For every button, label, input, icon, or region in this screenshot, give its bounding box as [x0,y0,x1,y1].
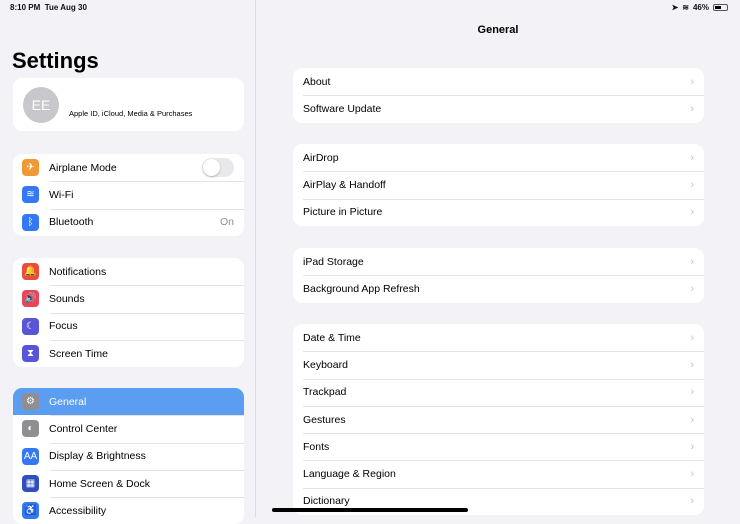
sidebar-item-label: Screen Time [49,347,108,360]
notifications-icon: 🔔 [22,263,39,281]
general-item-label: Background App Refresh [303,282,420,295]
general-item-airdrop[interactable]: AirDrop › [293,144,704,171]
sidebar-item-display-brightness[interactable]: AA Display & Brightness [13,442,244,470]
sidebar-item-label: Accessibility [49,504,107,517]
sidebar-item-home-screen-dock[interactable]: ▦ Home Screen & Dock [13,469,244,497]
sidebar-item-focus[interactable]: ☾ Focus [13,312,244,340]
general-item-software-update[interactable]: Software Update › [293,95,704,122]
control-center-icon: ◐ [22,420,39,438]
sidebar-item-bluetooth[interactable]: ᛒ Bluetooth On [13,208,244,236]
apple-id-subtitle: Apple ID, iCloud, Media & Purchases [69,109,193,118]
sidebar-item-label: Focus [49,320,78,333]
general-item-gestures[interactable]: Gestures › [293,405,704,433]
chevron-right-icon: › [690,440,694,453]
general-group: AirDrop › AirPlay & Handoff › Picture in Pic… [293,144,704,226]
sidebar: Settings EE Apple ID, iCloud, Media & Pu… [0,0,256,524]
general-item-airplay-handoff[interactable]: AirPlay & Handoff › [293,171,704,198]
general-group: Date & Time › Keyboard › Trackpad › Gestures › F… [293,324,704,516]
battery-icon [713,4,728,11]
general-item-label: Language & Region [303,468,396,481]
general-item-about[interactable]: About › [293,68,704,95]
status-time: 8:10 PM Tue Aug 30 [10,3,87,12]
general-item-ipad-storage[interactable]: iPad Storage › [293,248,704,275]
general-item-label: Gestures [303,413,346,426]
sidebar-item-label: Bluetooth [49,216,94,229]
sidebar-item-control-center[interactable]: ◐ Control Center [13,415,244,442]
chevron-right-icon: › [690,358,694,371]
sidebar-item-label: Wi-Fi [49,188,74,201]
page-title: Settings [12,48,99,73]
sidebar-item-general[interactable]: ⚙ General [13,388,244,416]
chevron-right-icon: › [690,468,694,481]
general-item-label: Date & Time [303,331,361,344]
apple-id-card[interactable]: EE Apple ID, iCloud, Media & Purchases [13,78,244,131]
general-item-label: Picture in Picture [303,206,383,219]
general-item-keyboard[interactable]: Keyboard › [293,351,704,378]
sidebar-item-notifications[interactable]: 🔔 Notifications [13,258,244,285]
general-item-picture-in-picture[interactable]: Picture in Picture › [293,198,704,226]
bluetooth-value: On [219,216,234,229]
settings-group: 🔔 Notifications 🔊 Sounds ☾ Focus ⧗ Screen Time [13,258,244,368]
chevron-right-icon: › [690,75,694,88]
general-item-label: Keyboard [303,358,348,371]
chevron-right-icon: › [690,255,694,268]
general-item-language-region[interactable]: Language & Region › [293,460,704,487]
general-item-label: About [303,75,331,88]
chevron-right-icon: › [690,282,694,295]
bluetooth-icon: ᛒ [22,213,39,231]
location-icon: ➤ [671,3,679,12]
general-item-fonts[interactable]: Fonts › [293,433,704,460]
sidebar-item-label: Control Center [49,422,118,435]
general-item-date-time[interactable]: Date & Time › [293,324,704,351]
sidebar-item-sounds[interactable]: 🔊 Sounds [13,285,244,312]
wifi-status-icon: ≋ [682,3,689,12]
general-item-label: AirDrop [303,151,339,164]
sounds-icon: 🔊 [22,290,39,308]
avatar: EE [23,87,59,123]
chevron-right-icon: › [690,331,694,344]
general-group: iPad Storage › Background App Refresh › [293,248,704,303]
chevron-right-icon: › [690,386,694,399]
sidebar-item-accessibility[interactable]: ♿ Accessibility [13,497,244,524]
chevron-right-icon: › [690,206,694,219]
sidebar-item-airplane-mode[interactable]: ✈ Airplane Mode [13,154,244,181]
sidebar-item-wi-fi[interactable]: ≋ Wi-Fi [13,181,244,208]
general-item-label: AirPlay & Handoff [303,178,386,191]
general-item-label: Fonts [303,440,330,453]
general-item-label: Software Update [303,102,382,115]
chevron-right-icon: › [690,102,694,115]
sidebar-item-label: General [49,395,87,408]
sidebar-item-label: Airplane Mode [49,161,117,174]
airplane-mode-toggle[interactable] [202,158,234,178]
pane-title: General [477,24,519,36]
sidebar-item-label: Home Screen & Dock [49,477,150,490]
sidebar-item-label: Display & Brightness [49,450,146,463]
settings-group: ✈ Airplane Mode ≋ Wi-Fi ᛒ Bluetooth On [13,154,244,236]
sidebar-item-label: Sounds [49,292,85,305]
hourglass-icon: ⧗ [22,345,39,363]
general-item-trackpad[interactable]: Trackpad › [293,378,704,406]
chevron-right-icon: › [690,413,694,426]
home-screen-icon: ▦ [22,475,39,493]
home-indicator[interactable] [272,508,468,512]
airplane-icon: ✈ [22,159,39,177]
chevron-right-icon: › [690,178,694,191]
general-item-label: Dictionary [303,495,350,508]
display-icon: AA [22,447,39,465]
chevron-right-icon: › [690,495,694,508]
sidebar-item-label: Notifications [49,265,107,278]
general-item-label: iPad Storage [303,255,364,268]
sidebar-item-screen-time[interactable]: ⧗ Screen Time [13,339,244,367]
wifi-icon: ≋ [22,186,39,204]
gear-icon: ⚙ [22,393,39,411]
chevron-right-icon: › [690,151,694,164]
general-group: About › Software Update › [293,68,704,123]
focus-icon: ☾ [22,317,39,335]
general-item-label: Trackpad [303,386,347,399]
status-indicators: ➤ ≋ 46% [672,3,728,12]
general-item-background-app-refresh[interactable]: Background App Refresh › [293,275,704,302]
settings-group: ⚙ General ◐ Control Center AA Display & Brigh… [13,388,244,524]
